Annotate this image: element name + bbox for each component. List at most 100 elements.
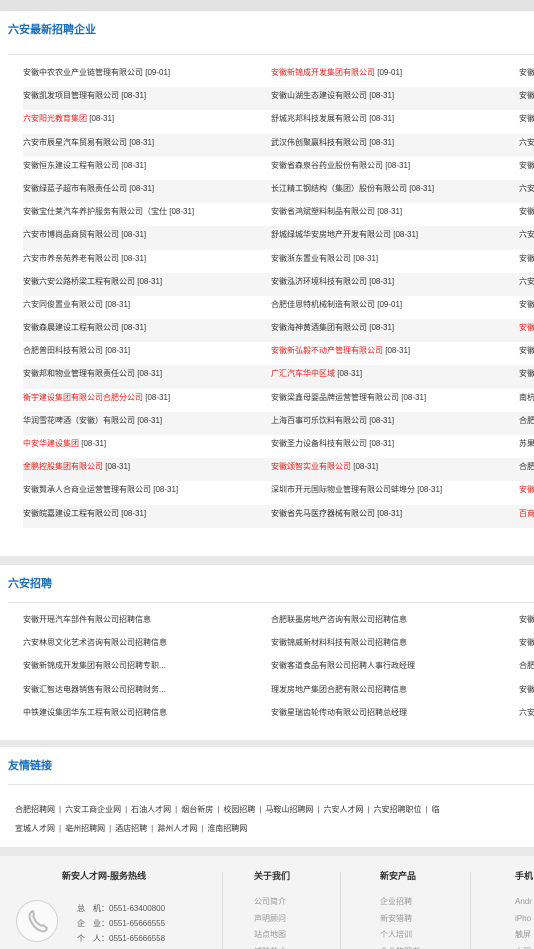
friend-link[interactable]: 马鞍山招聘网: [265, 800, 313, 819]
company-link[interactable]: 安徽: [519, 250, 534, 273]
footer-link[interactable]: iPho: [515, 911, 532, 928]
company-link[interactable]: 六安: [519, 134, 534, 157]
friend-link[interactable]: 校园招聘: [223, 800, 255, 819]
footer-link[interactable]: 公司简介: [254, 894, 286, 911]
friend-link[interactable]: 淮南招聘网: [207, 819, 247, 838]
company-link[interactable]: 六安: [519, 180, 534, 203]
company-link[interactable]: 六安同俊置业有限公司 [08-31]: [23, 296, 268, 319]
company-link[interactable]: 安徽凯发项目管理有限公司 [08-31]: [23, 87, 268, 110]
company-link[interactable]: 安徽六安公路桥梁工程有限公司 [08-31]: [23, 273, 268, 296]
friend-link[interactable]: 六安工商企业网: [65, 800, 121, 819]
company-link[interactable]: 金鹏控股集团有限公司 [08-31]: [23, 458, 268, 481]
footer-link[interactable]: 小程: [515, 944, 532, 949]
footer-link[interactable]: 站点地图: [254, 927, 286, 944]
friend-link[interactable]: 石油人才网: [131, 800, 171, 819]
company-link[interactable]: 合肥: [519, 412, 534, 435]
company-link[interactable]: 舒城绿城华安房地产开发有限公司 [08-31]: [271, 226, 516, 249]
footer-link[interactable]: 企业管理者: [380, 944, 420, 949]
company-link[interactable]: 安徽省鸿斌塑料制品有限公司 [08-31]: [271, 203, 516, 226]
footer-link[interactable]: 触屏: [515, 927, 532, 944]
friend-link[interactable]: 合肥招聘网: [15, 800, 55, 819]
company-link[interactable]: 百商: [519, 505, 534, 528]
footer-link[interactable]: 新安猎聘: [380, 911, 420, 928]
friend-link[interactable]: 酒店招聘: [115, 819, 147, 838]
friend-link[interactable]: 六安招聘职位: [374, 800, 422, 819]
company-link[interactable]: 安徽圣力设备科技有限公司 [08-31]: [271, 435, 516, 458]
company-link[interactable]: 苏果: [519, 435, 534, 458]
company-link[interactable]: 安徽泓济环境科技有限公司 [08-31]: [271, 273, 516, 296]
friend-link[interactable]: 宣城人才网: [15, 819, 55, 838]
company-link[interactable]: 安徽山湖生态建设有限公司 [08-31]: [271, 87, 516, 110]
company-link[interactable]: 安徽: [519, 319, 534, 342]
company-link[interactable]: 中安华建设集团 [08-31]: [23, 435, 268, 458]
company-link[interactable]: 六安阳光教育集团 [08-31]: [23, 110, 268, 133]
company-link[interactable]: 安徽省先马医疗器械有限公司 [08-31]: [271, 505, 516, 528]
company-link[interactable]: 安徽: [519, 64, 534, 87]
job-link[interactable]: 六安: [519, 704, 534, 727]
friend-link[interactable]: 临: [432, 800, 440, 819]
company-link[interactable]: 安徽皖嘉建设工程有限公司 [08-31]: [23, 505, 268, 528]
company-link[interactable]: 安徽梁鑫母婴品牌运营管理有限公司 [08-31]: [271, 389, 516, 412]
company-link[interactable]: 安徽: [519, 342, 534, 365]
company-link[interactable]: 安徽恒东建设工程有限公司 [08-31]: [23, 157, 268, 180]
job-link[interactable]: 安徽开瑶汽车部件有限公司招聘信息: [23, 611, 268, 634]
friend-link[interactable]: 六安人才网: [323, 800, 363, 819]
company-link[interactable]: 上海百事可乐饮料有限公司 [08-31]: [271, 412, 516, 435]
company-link[interactable]: 安徽賢承人合商业运营管理有限公司 [08-31]: [23, 481, 268, 504]
job-link[interactable]: 六安林思文化艺术咨询有限公司招聘信息: [23, 634, 268, 657]
job-link[interactable]: 安徽: [519, 681, 534, 704]
footer-link[interactable]: Andr: [515, 894, 532, 911]
company-link[interactable]: 安徽: [519, 296, 534, 319]
company-link[interactable]: 安徽: [519, 110, 534, 133]
company-link[interactable]: 广汇汽车华中区域 [08-31]: [271, 365, 516, 388]
job-link[interactable]: 合肥联墨房地产咨询有限公司招聘信息: [271, 611, 516, 634]
footer-link[interactable]: 诚聘英才: [254, 944, 286, 949]
company-link[interactable]: 衡宇建设集团有限公司合肥分公司 [08-31]: [23, 389, 268, 412]
company-link[interactable]: 华润雪花啤酒（安徽）有限公司 [08-31]: [23, 412, 268, 435]
job-link[interactable]: 安徽客道食品有限公司招聘人事行政经理: [271, 657, 516, 680]
company-link[interactable]: 长江精工钢结构（集团）股份有限公司 [08-31]: [271, 180, 516, 203]
company-link[interactable]: 合肥: [519, 458, 534, 481]
company-link[interactable]: 安徽宝仕莱汽车养护服务有限公司（宝仕 [08-31]: [23, 203, 268, 226]
company-link[interactable]: 六安: [519, 273, 534, 296]
company-link[interactable]: 武汉伟创聚赢科技有限公司 [08-31]: [271, 134, 516, 157]
company-link[interactable]: 合肥普田科技有限公司 [08-31]: [23, 342, 268, 365]
company-link[interactable]: 深圳市开元国际物业管理有限公司蚌埠分 [08-31]: [271, 481, 516, 504]
company-link[interactable]: 安徽: [519, 481, 534, 504]
company-link[interactable]: 安徽: [519, 203, 534, 226]
company-link[interactable]: 安徽海神黄酒集团有限公司 [08-31]: [271, 319, 516, 342]
company-link[interactable]: 安徽绿蓝子超市有限责任公司 [08-31]: [23, 180, 268, 203]
company-link[interactable]: 安徽中农农业产业链管理有限公司 [09-01]: [23, 64, 268, 87]
company-link[interactable]: 安徽: [519, 157, 534, 180]
job-link[interactable]: 安徽锦威新材料科技有限公司招聘信息: [271, 634, 516, 657]
company-link[interactable]: 六安市辰星汽车贸易有限公司 [08-31]: [23, 134, 268, 157]
job-link[interactable]: 中铁建设集团华东工程有限公司招聘信息: [23, 704, 268, 727]
job-link[interactable]: 安徽: [519, 634, 534, 657]
job-link[interactable]: 合肥: [519, 657, 534, 680]
company-link[interactable]: 六安市养亲苑养老有限公司 [08-31]: [23, 250, 268, 273]
company-link[interactable]: 六安: [519, 226, 534, 249]
company-link[interactable]: 安徽: [519, 87, 534, 110]
company-link[interactable]: 安徽省森泉谷药业股份有限公司 [08-31]: [271, 157, 516, 180]
company-link[interactable]: 舒城兆邦科技发展有限公司 [08-31]: [271, 110, 516, 133]
company-link[interactable]: 合肥佳恩特机械制造有限公司 [09-01]: [271, 296, 516, 319]
friend-link[interactable]: 烟台新房: [181, 800, 213, 819]
footer-link[interactable]: 个人培训: [380, 927, 420, 944]
company-link[interactable]: 安徽颂智实业有限公司 [08-31]: [271, 458, 516, 481]
friend-link[interactable]: 亳州招聘网: [65, 819, 105, 838]
company-link[interactable]: 安徽: [519, 365, 534, 388]
company-link[interactable]: 安徽新弘毅不动产管理有限公司 [08-31]: [271, 342, 516, 365]
company-link[interactable]: 安徽森晨建设工程有限公司 [08-31]: [23, 319, 268, 342]
friend-link[interactable]: 滁州人才网: [157, 819, 197, 838]
footer-link[interactable]: 企业招聘: [380, 894, 420, 911]
company-link[interactable]: 安徽邦和物业管理有限责任公司 [08-31]: [23, 365, 268, 388]
footer-link[interactable]: 声明顾问: [254, 911, 286, 928]
company-link[interactable]: 安徽浙东置业有限公司 [08-31]: [271, 250, 516, 273]
job-link[interactable]: 安徽星瑞齿轮传动有限公司招聘总经理: [271, 704, 516, 727]
job-link[interactable]: 安徽新锦成开发集团有限公司招聘专职...: [23, 657, 268, 680]
company-link[interactable]: 南杭: [519, 389, 534, 412]
company-link[interactable]: 安徽新锦成开发集团有限公司 [09-01]: [271, 64, 516, 87]
company-link[interactable]: 六安市博尚品商贸有限公司 [08-31]: [23, 226, 268, 249]
job-link[interactable]: 安徽: [519, 611, 534, 634]
job-link[interactable]: 理发房地产集团合肥有限公司招聘信息: [271, 681, 516, 704]
